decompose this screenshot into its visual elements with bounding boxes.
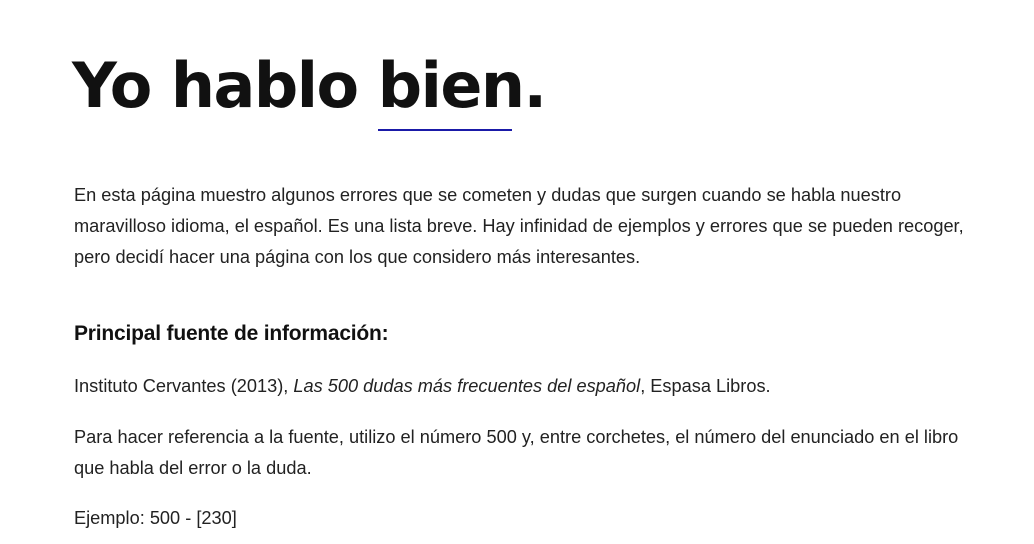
source-citation: Instituto Cervantes (2013), Las 500 duda…: [74, 371, 974, 402]
reference-example: Ejemplo: 500 - [230]: [74, 508, 237, 528]
citation-title: Las 500 dudas más frecuentes del español: [293, 376, 641, 396]
source-heading: Principal fuente de información:: [74, 322, 389, 345]
title-suffix: .: [523, 49, 548, 122]
title-highlight: bien: [377, 44, 525, 131]
citation-author: Instituto Cervantes (2013),: [74, 376, 294, 396]
title-prefix: Yo hablo: [72, 49, 378, 122]
page-title: Yo hablo bien.: [72, 44, 548, 131]
reference-note: Para hacer referencia a la fuente, utili…: [74, 427, 959, 478]
intro-paragraph: En esta página muestro algunos errores q…: [74, 185, 964, 267]
title-highlight-word: bien: [377, 49, 525, 122]
citation-publisher: , Espasa Libros.: [640, 376, 771, 396]
title-underline: [377, 129, 512, 131]
